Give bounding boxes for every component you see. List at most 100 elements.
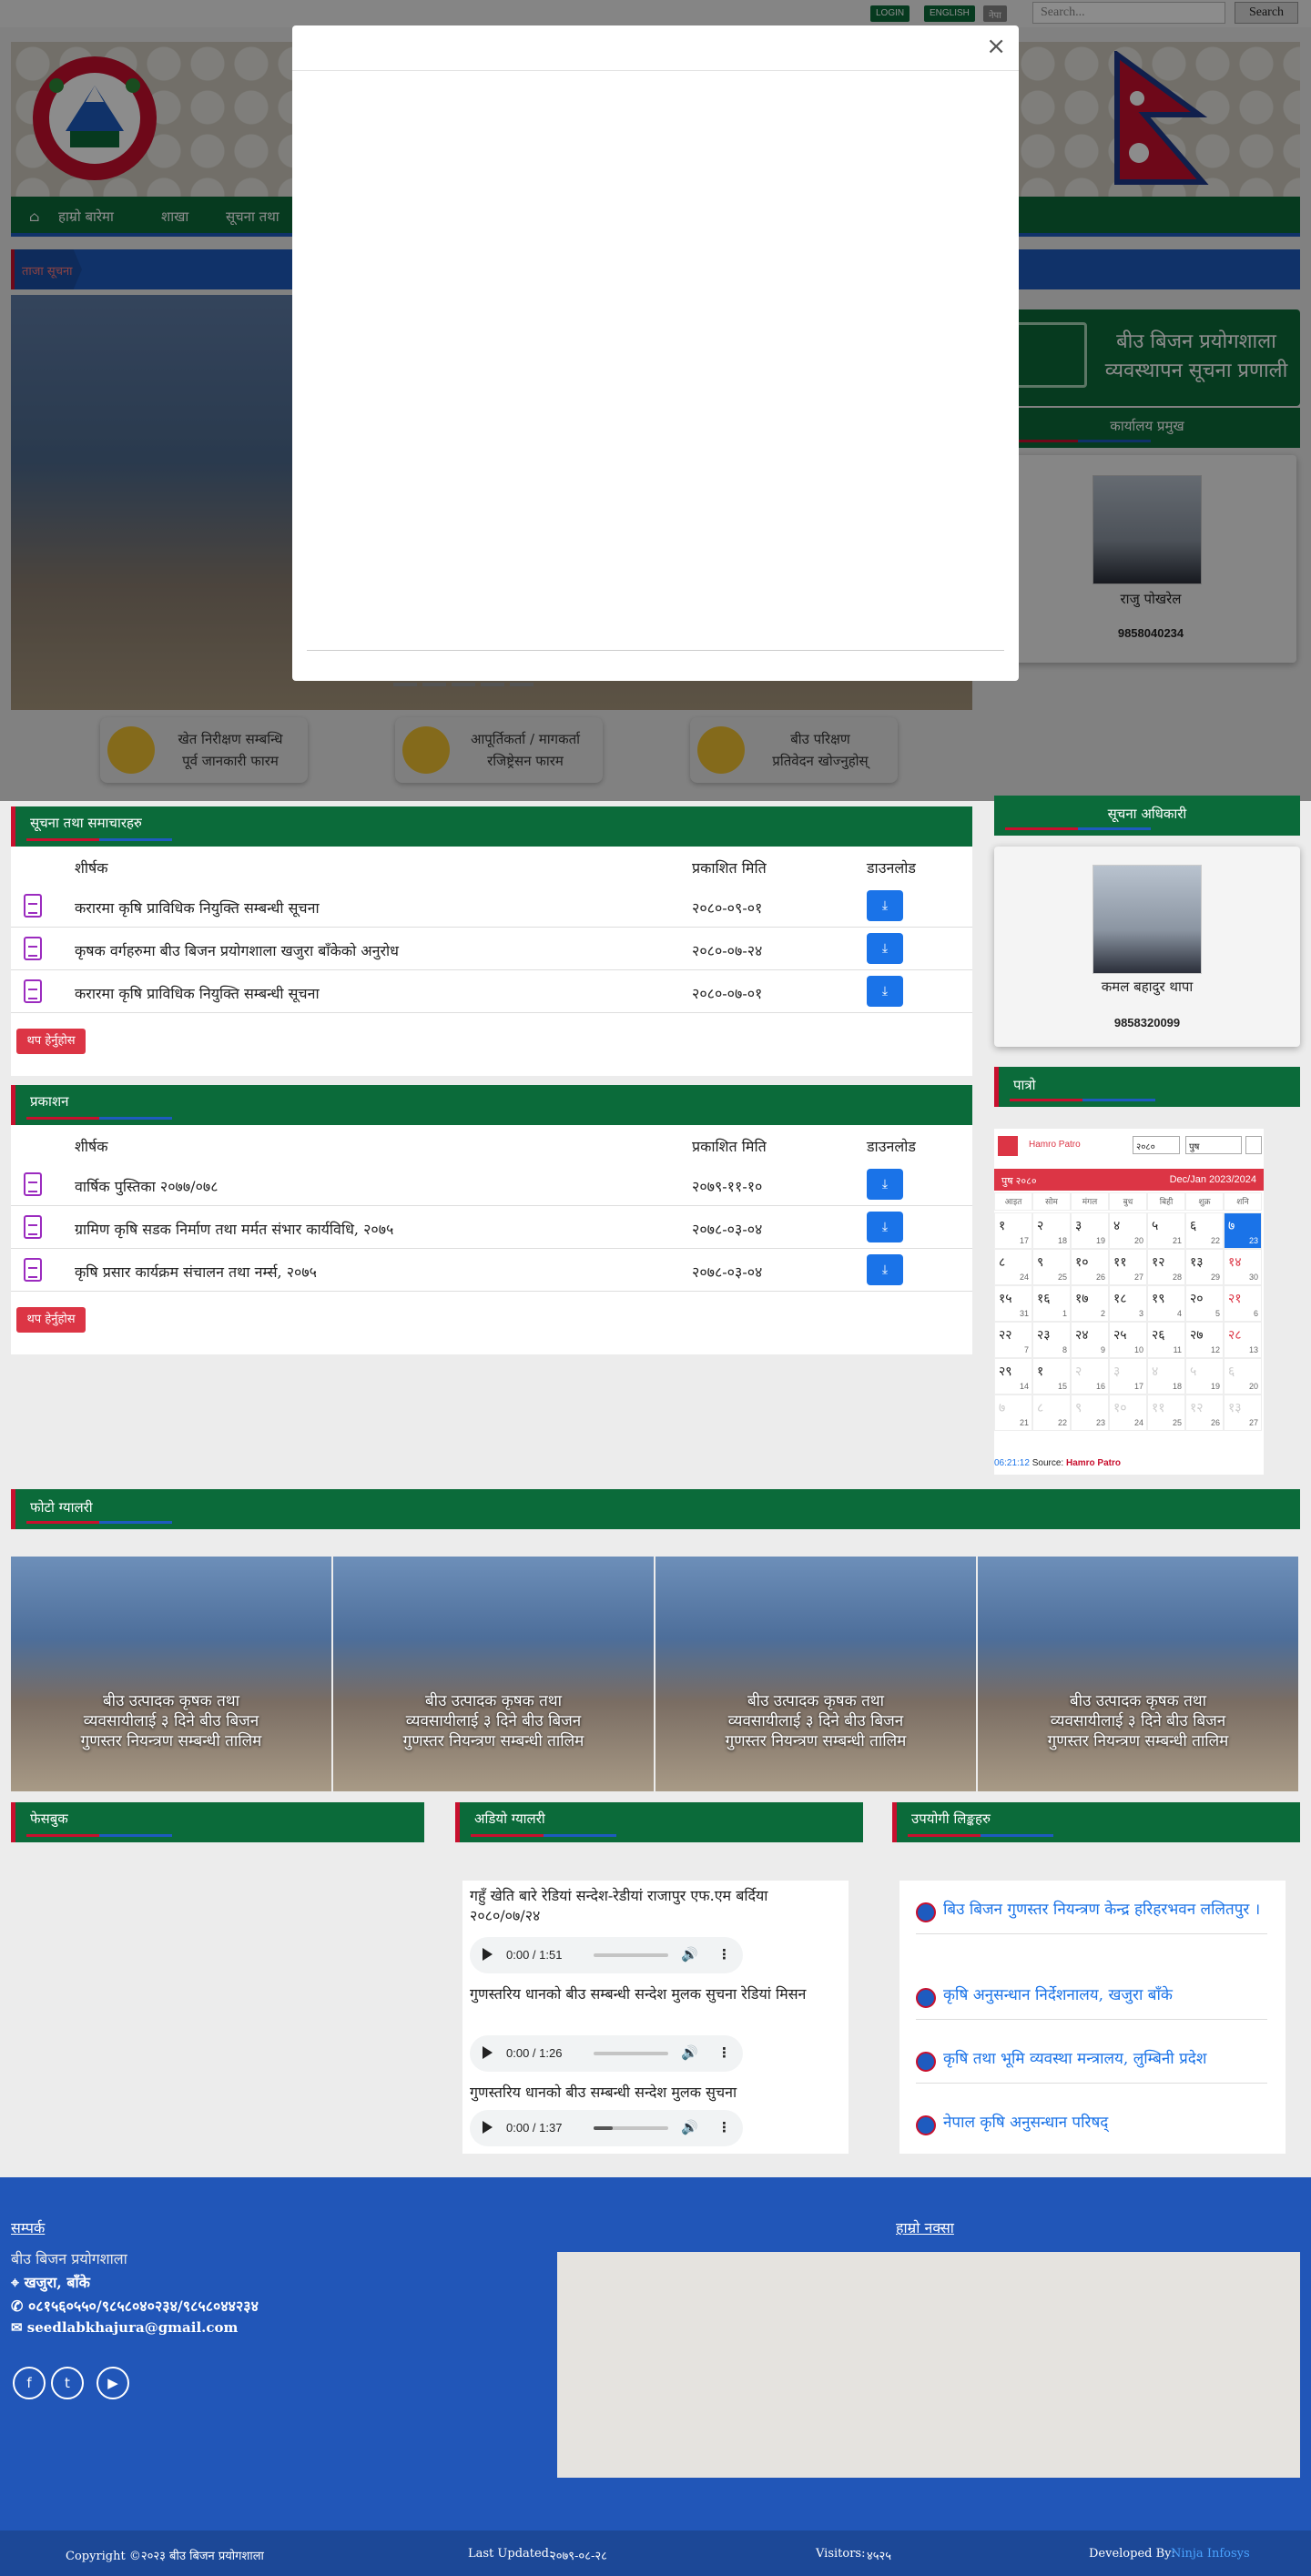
- volume-icon[interactable]: 🔊: [681, 1946, 698, 1962]
- volume-icon[interactable]: 🔊: [681, 2119, 698, 2135]
- facebook-icon[interactable]: f: [13, 2367, 46, 2399]
- map-embed[interactable]: [557, 2252, 1300, 2478]
- twitter-icon[interactable]: t: [51, 2367, 84, 2399]
- calendar-day[interactable]: १७ 2: [1071, 1285, 1109, 1322]
- gallery-image[interactable]: बीउ उत्पादक कृषक तथा व्यवसायीलाई ३ दिने ब…: [333, 1557, 654, 1791]
- calendar-day[interactable]: ८ 24: [994, 1249, 1032, 1285]
- hamro-patro-calendar: Hamro Patro २०८० पुष पुष २०८० Dec/Jan 20…: [994, 1129, 1264, 1475]
- calendar-day[interactable]: १९ 4: [1147, 1285, 1185, 1322]
- useful-link[interactable]: कृषि अनुसन्धान निर्देशनालय, खजुरा बाँके: [916, 1984, 1267, 2020]
- useful-link[interactable]: कृषि तथा भूमि व्यवस्था मन्त्रालय, लुम्बि…: [916, 2048, 1267, 2084]
- calendar-source-link[interactable]: Hamro Patro: [1066, 1458, 1121, 1468]
- calendar-day[interactable]: १ 17: [994, 1212, 1032, 1249]
- download-icon[interactable]: ⤓: [867, 890, 903, 921]
- play-icon[interactable]: [483, 2046, 493, 2059]
- document-icon: [24, 894, 42, 918]
- calendar-day[interactable]: ७ 21: [994, 1394, 1032, 1431]
- row-title[interactable]: करारमा कृषि प्राविधिक नियुक्ति सम्बन्धी …: [75, 898, 320, 918]
- calendar-day[interactable]: १४ 30: [1224, 1249, 1262, 1285]
- calendar-day[interactable]: २७ 12: [1185, 1322, 1224, 1358]
- calendar-day-number: ९: [1037, 1254, 1044, 1269]
- calendar-day[interactable]: २ 18: [1032, 1212, 1071, 1249]
- calendar-day[interactable]: २५ 10: [1109, 1322, 1147, 1358]
- gallery-image[interactable]: बीउ उत्पादक कृषक तथा व्यवसायीलाई ३ दिने ब…: [656, 1557, 976, 1791]
- calendar-day[interactable]: १ 15: [1032, 1358, 1071, 1394]
- year-select[interactable]: २०८०: [1133, 1136, 1180, 1154]
- calendar-brand: Hamro Patro: [1029, 1140, 1081, 1150]
- calendar-day[interactable]: ३ 19: [1071, 1212, 1109, 1249]
- audio-player[interactable]: 0:00 / 1:26 🔊 ⋮: [470, 2035, 743, 2072]
- calendar-day[interactable]: २४ 9: [1071, 1322, 1109, 1358]
- calendar-day[interactable]: ६ 20: [1224, 1358, 1262, 1394]
- calendar-day[interactable]: २९ 14: [994, 1358, 1032, 1394]
- calendar-day-english: 18: [1172, 1382, 1182, 1391]
- play-icon[interactable]: [483, 2121, 493, 2134]
- download-icon[interactable]: ⤓: [867, 1212, 903, 1242]
- row-title[interactable]: करारमा कृषि प्राविधिक नियुक्ति सम्बन्धी …: [75, 983, 320, 1003]
- close-icon[interactable]: ×: [986, 33, 1006, 60]
- calendar-day[interactable]: १० 24: [1109, 1394, 1147, 1431]
- calendar-day[interactable]: ९ 25: [1032, 1249, 1071, 1285]
- calendar-day-english: 26: [1095, 1273, 1105, 1282]
- publications-more-button[interactable]: थप हेर्नुहोस: [16, 1307, 86, 1333]
- gallery-image[interactable]: बीउ उत्पादक कृषक तथा व्यवसायीलाई ३ दिने ब…: [978, 1557, 1298, 1791]
- calendar-day[interactable]: २० 5: [1185, 1285, 1224, 1322]
- download-icon[interactable]: ⤓: [867, 933, 903, 964]
- more-options-icon[interactable]: ⋮: [717, 2119, 731, 2135]
- audio-progress-track[interactable]: [594, 1953, 668, 1957]
- calendar-day[interactable]: ७ 23: [1224, 1212, 1262, 1249]
- row-title[interactable]: ग्रामिण कृषि सडक निर्माण तथा मर्मत संभार…: [75, 1219, 393, 1239]
- calendar-day[interactable]: २ 16: [1071, 1358, 1109, 1394]
- month-select[interactable]: पुष: [1185, 1136, 1242, 1154]
- calendar-day[interactable]: २२ 7: [994, 1322, 1032, 1358]
- calendar-day[interactable]: २३ 8: [1032, 1322, 1071, 1358]
- row-title[interactable]: कृषि प्रसार कार्यक्रम संचालन तथा नर्म्स,…: [75, 1262, 317, 1282]
- download-icon[interactable]: ⤓: [867, 976, 903, 1007]
- calendar-day[interactable]: १३ 29: [1185, 1249, 1224, 1285]
- calendar-day[interactable]: ४ 18: [1147, 1358, 1185, 1394]
- calendar-day[interactable]: १० 26: [1071, 1249, 1109, 1285]
- more-options-icon[interactable]: ⋮: [717, 2044, 731, 2061]
- audio-progress-track[interactable]: [594, 2052, 668, 2055]
- audio-player[interactable]: 0:00 / 1:37 🔊 ⋮: [470, 2110, 743, 2146]
- download-icon[interactable]: ⤓: [867, 1169, 903, 1200]
- calendar-day[interactable]: ११ 27: [1109, 1249, 1147, 1285]
- row-title[interactable]: वार्षिक पुस्तिका २०७७/०७८: [75, 1176, 218, 1196]
- download-icon[interactable]: ⤓: [867, 1254, 903, 1285]
- calendar-day[interactable]: १२ 28: [1147, 1249, 1185, 1285]
- news-more-button[interactable]: थप हेर्नुहोस: [16, 1029, 86, 1054]
- calendar-day-number: २७: [1190, 1327, 1204, 1342]
- calendar-toggle-button[interactable]: [1245, 1136, 1262, 1154]
- calendar-day[interactable]: ६ 22: [1185, 1212, 1224, 1249]
- audio-progress-track[interactable]: [594, 2126, 668, 2130]
- useful-link[interactable]: नेपाल कृषि अनुसन्धान परिषद्: [916, 2112, 1267, 2146]
- audio-player[interactable]: 0:00 / 1:51 🔊 ⋮: [470, 1937, 743, 1973]
- calendar-day[interactable]: ९ 23: [1071, 1394, 1109, 1431]
- calendar-day[interactable]: ८ 22: [1032, 1394, 1071, 1431]
- row-title[interactable]: कृषक वर्गहरुमा बीउ बिजन प्रयोगशाला खजुरा…: [75, 940, 399, 960]
- calendar-day[interactable]: ११ 25: [1147, 1394, 1185, 1431]
- calendar-day[interactable]: १२ 26: [1185, 1394, 1224, 1431]
- calendar-day[interactable]: ४ 20: [1109, 1212, 1147, 1249]
- developer-link[interactable]: Ninja Infosys: [1171, 2547, 1250, 2561]
- calendar-day[interactable]: १६ 1: [1032, 1285, 1071, 1322]
- map-heading: हाम्रो नक्सा: [896, 2219, 954, 2236]
- volume-icon[interactable]: 🔊: [681, 2044, 698, 2061]
- calendar-day[interactable]: २१ 6: [1224, 1285, 1262, 1322]
- calendar-day[interactable]: ३ 17: [1109, 1358, 1147, 1394]
- calendar-day[interactable]: १८ 3: [1109, 1285, 1147, 1322]
- calendar-day-number: ९: [1075, 1400, 1082, 1415]
- footer-email[interactable]: ✉ seedlabkhajura@gmail.com: [11, 2319, 238, 2336]
- calendar-day[interactable]: १५ 31: [994, 1285, 1032, 1322]
- play-icon[interactable]: [483, 1948, 493, 1961]
- gallery-image[interactable]: बीउ उत्पादक कृषक तथा व्यवसायीलाई ३ दिने ब…: [11, 1557, 331, 1791]
- more-options-icon[interactable]: ⋮: [717, 1946, 731, 1962]
- calendar-day[interactable]: १३ 27: [1224, 1394, 1262, 1431]
- calendar-day[interactable]: २८ 13: [1224, 1322, 1262, 1358]
- calendar-day[interactable]: ५ 19: [1185, 1358, 1224, 1394]
- youtube-icon[interactable]: ▶: [97, 2367, 129, 2399]
- calendar-day[interactable]: २६ 11: [1147, 1322, 1185, 1358]
- calendar-day[interactable]: ५ 21: [1147, 1212, 1185, 1249]
- useful-link[interactable]: बिउ बिजन गुणस्तर नियन्त्रण केन्द्र हरिहर…: [916, 1899, 1267, 1934]
- col-date: प्रकाशित मिति: [692, 1138, 767, 1155]
